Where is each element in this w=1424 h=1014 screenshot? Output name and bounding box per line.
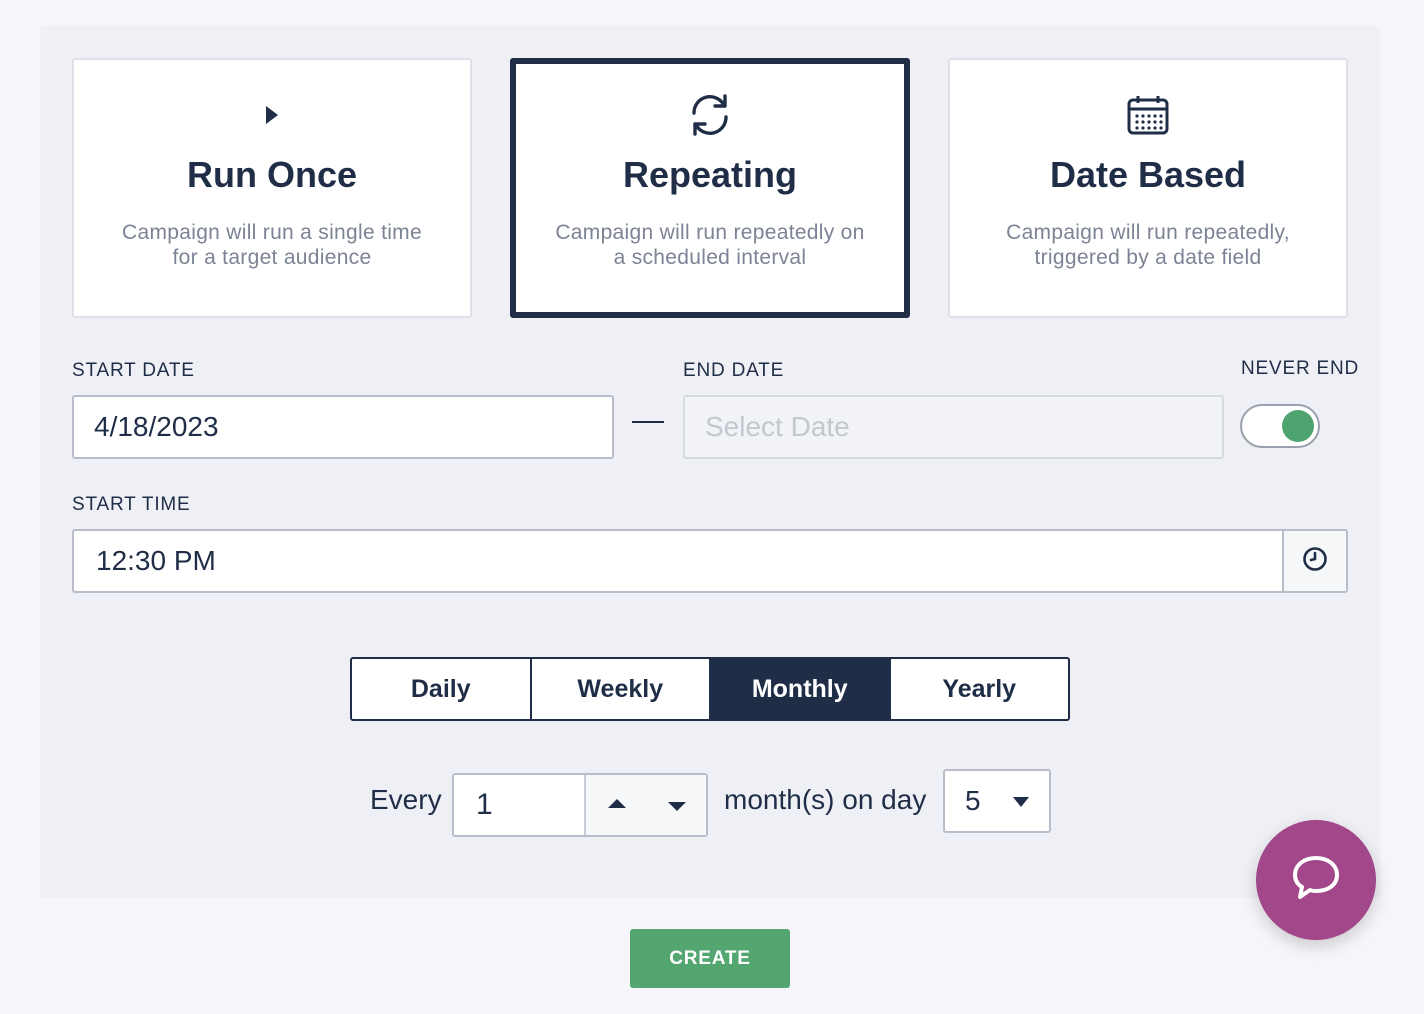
- frequency-weekly[interactable]: Weekly: [532, 659, 711, 719]
- frequency-selector: Daily Weekly Monthly Yearly: [350, 657, 1070, 721]
- card-description: Campaign will run repeatedly, triggered …: [1006, 221, 1290, 269]
- time-picker-button[interactable]: [1282, 531, 1346, 591]
- card-description: Campaign will run a single time for a ta…: [122, 221, 422, 269]
- card-title: Run Once: [186, 154, 357, 195]
- chat-bubble-icon: [1290, 853, 1342, 908]
- unit-label: month(s) on day: [724, 784, 927, 815]
- never-end-toggle[interactable]: [1240, 404, 1320, 448]
- frequency-yearly[interactable]: Yearly: [891, 659, 1069, 719]
- end-date-label: END DATE: [683, 360, 785, 381]
- never-end-label: NEVER END: [1241, 358, 1360, 379]
- card-title: Date Based: [1049, 154, 1247, 195]
- interval-value[interactable]: 1: [476, 775, 493, 835]
- run-once-card[interactable]: Run Once Campaign will run a single time…: [72, 58, 472, 318]
- interval-stepper[interactable]: 1: [452, 773, 708, 837]
- toggle-knob: [1282, 410, 1314, 442]
- start-time-field[interactable]: 12:30 PM: [72, 529, 1348, 593]
- frequency-monthly[interactable]: Monthly: [711, 659, 891, 719]
- refresh-icon: [685, 90, 735, 140]
- date-based-card[interactable]: Date Based Campaign will run repeatedly,…: [948, 58, 1348, 318]
- card-description: Campaign will run repeatedly on a schedu…: [555, 221, 865, 269]
- play-icon: [247, 90, 297, 140]
- chevron-down-icon: [1013, 797, 1029, 807]
- clock-icon: [1302, 546, 1328, 577]
- create-button[interactable]: CREATE: [630, 929, 790, 988]
- start-time-value[interactable]: 12:30 PM: [96, 531, 216, 591]
- start-time-label: START TIME: [72, 494, 191, 515]
- calendar-icon: [1123, 90, 1173, 140]
- day-select[interactable]: 5: [943, 769, 1051, 833]
- chat-button[interactable]: [1256, 820, 1376, 940]
- start-date-label: START DATE: [72, 360, 195, 381]
- every-label: Every: [370, 784, 442, 815]
- card-title: Repeating: [622, 154, 798, 195]
- date-range-separator: [632, 421, 664, 423]
- end-date-input[interactable]: Select Date: [683, 395, 1224, 459]
- start-date-input[interactable]: 4/18/2023: [72, 395, 614, 459]
- frequency-daily[interactable]: Daily: [352, 659, 532, 719]
- increment-arrow-icon[interactable]: [608, 799, 626, 808]
- decrement-arrow-icon[interactable]: [668, 802, 686, 811]
- repeating-card[interactable]: Repeating Campaign will run repeatedly o…: [510, 58, 910, 318]
- stepper-controls: [584, 775, 706, 835]
- day-value: 5: [965, 785, 981, 816]
